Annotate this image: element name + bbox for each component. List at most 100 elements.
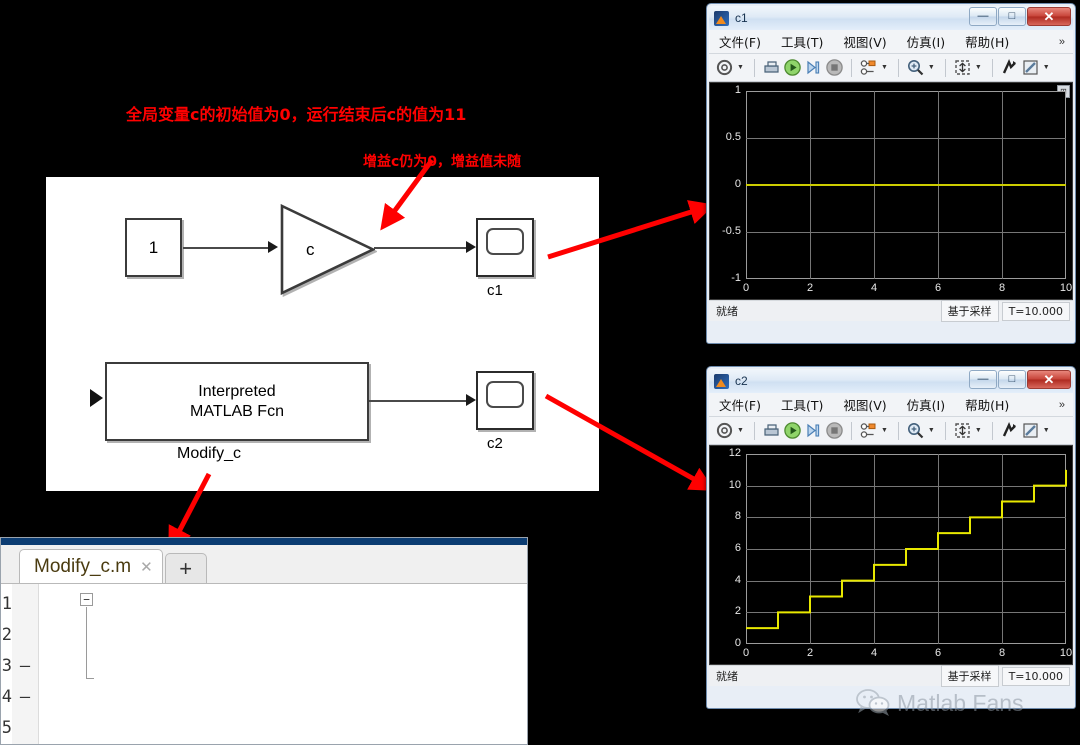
run-icon[interactable]: [783, 58, 802, 77]
menu-overflow-icon[interactable]: »: [1059, 36, 1065, 48]
maximize-button[interactable]: □: [998, 370, 1026, 389]
menubar[interactable]: 文件(F) 工具(T) 视图(V) 仿真(I) 帮助(H) »: [709, 30, 1073, 54]
gain-block[interactable]: c: [280, 204, 375, 295]
fcn-block-label: Modify_c: [177, 445, 242, 462]
step-forward-icon[interactable]: [804, 421, 823, 440]
toolbar[interactable]: ▼ ▼ ▼ ▼ ▼: [709, 54, 1073, 82]
line-number-gutter: 1 2 3 4 5: [1, 584, 12, 744]
autoscale-dropdown-caret-icon[interactable]: ▼: [975, 427, 982, 434]
annotation-dropdown-caret-icon[interactable]: ▼: [1043, 64, 1050, 71]
scope-block-c2[interactable]: [476, 371, 534, 430]
fold-marker[interactable]: [12, 589, 38, 620]
menu-help[interactable]: 帮助(H): [965, 395, 1009, 414]
config-dropdown-caret-icon[interactable]: ▼: [737, 427, 744, 434]
menu-simulation[interactable]: 仿真(I): [907, 32, 945, 51]
menu-simulation[interactable]: 仿真(I): [907, 395, 945, 414]
annotation-icon[interactable]: [1021, 421, 1040, 440]
step-forward-icon[interactable]: [804, 58, 823, 77]
config-gear-icon[interactable]: [715, 421, 734, 440]
window-titlebar[interactable]: c1 — □ ✕: [709, 6, 1073, 30]
signal-selection-icon[interactable]: [859, 58, 878, 77]
fold-marker[interactable]: [12, 620, 38, 651]
signal-selection-dropdown-caret-icon[interactable]: ▼: [881, 427, 888, 434]
line-number: 3: [1, 656, 12, 676]
minimize-button[interactable]: —: [969, 7, 997, 26]
fold-marker[interactable]: —: [12, 682, 38, 713]
line-number: 2: [1, 625, 12, 645]
scope-block-c1[interactable]: [476, 218, 534, 277]
toolbar-separator: [991, 421, 993, 440]
fold-marker-gutter[interactable]: — —: [12, 584, 39, 744]
print-icon[interactable]: [762, 58, 781, 77]
close-button[interactable]: ✕: [1027, 370, 1071, 389]
menu-view[interactable]: 视图(V): [843, 32, 886, 51]
wire-arrowhead-scope1-input: [466, 241, 476, 253]
wire-arrowhead-gain-input: [268, 241, 278, 253]
wire-fcn-to-scope2: [369, 400, 469, 402]
cursor-measurement-icon[interactable]: [1000, 421, 1019, 440]
menubar[interactable]: 文件(F) 工具(T) 视图(V) 仿真(I) 帮助(H) »: [709, 393, 1073, 417]
editor-tab-modify-c[interactable]: Modify_c.m ✕: [19, 549, 163, 583]
autoscale-icon[interactable]: [953, 58, 972, 77]
zoom-icon[interactable]: [906, 58, 925, 77]
status-sample-mode: 基于采样: [940, 665, 999, 687]
close-button[interactable]: ✕: [1027, 7, 1071, 26]
window-titlebar[interactable]: c2 — □ ✕: [709, 369, 1073, 393]
scope-screen-icon: [486, 228, 524, 255]
stop-icon[interactable]: [825, 421, 844, 440]
annotation-dropdown-caret-icon[interactable]: ▼: [1043, 427, 1050, 434]
constant-block[interactable]: 1: [125, 218, 182, 277]
window-title: c1: [735, 11, 748, 25]
menu-file[interactable]: 文件(F): [719, 395, 761, 414]
code-text[interactable]: − function c = Modify_c() global cc = c …: [39, 584, 527, 744]
zoom-dropdown-caret-icon[interactable]: ▼: [928, 427, 935, 434]
stop-icon[interactable]: [825, 58, 844, 77]
menu-help[interactable]: 帮助(H): [965, 32, 1009, 51]
autoscale-icon[interactable]: [953, 421, 972, 440]
window-title: c2: [735, 374, 748, 388]
zoom-dropdown-caret-icon[interactable]: ▼: [928, 64, 935, 71]
close-icon[interactable]: ✕: [140, 558, 153, 576]
new-tab-button[interactable]: +: [164, 553, 207, 583]
minimize-button[interactable]: —: [969, 370, 997, 389]
wire-gain-to-scope1: [374, 247, 469, 249]
print-icon[interactable]: [762, 421, 781, 440]
fcn-block-line1: Interpreted: [198, 382, 276, 400]
menu-tools[interactable]: 工具(T): [781, 32, 823, 51]
scope-c2-plot[interactable]: 0 2 4 6 8 10 12 0 2 4 6 8 10: [710, 446, 1072, 664]
code-fold-foot: [86, 678, 94, 679]
fold-marker[interactable]: [12, 713, 38, 744]
menu-view[interactable]: 视图(V): [843, 395, 886, 414]
signal-selection-icon[interactable]: [859, 421, 878, 440]
interpreted-matlab-fcn-block[interactable]: Interpreted MATLAB Fcn: [105, 362, 369, 441]
annotation-icon[interactable]: [1021, 58, 1040, 77]
menu-overflow-icon[interactable]: »: [1059, 399, 1065, 411]
wire-arrowhead-scope2-input: [466, 394, 476, 406]
maximize-button[interactable]: □: [998, 7, 1026, 26]
editor-code-area[interactable]: 1 2 3 4 5 —— − function c = Modify_c() globa…: [1, 584, 527, 744]
scope-c1-plot-container: ⊞ -1-0.500.510246810: [709, 82, 1073, 300]
config-dropdown-caret-icon[interactable]: ▼: [737, 64, 744, 71]
wire-constant-to-gain: [183, 247, 269, 249]
menu-file[interactable]: 文件(F): [719, 32, 761, 51]
editor-tab-label: Modify_c.m: [34, 555, 132, 577]
signal-selection-dropdown-caret-icon[interactable]: ▼: [881, 64, 888, 71]
scope-window-c1[interactable]: c1 — □ ✕ 文件(F) 工具(T) 视图(V) 仿真(I) 帮助(H) »…: [706, 3, 1076, 344]
window-controls[interactable]: — □ ✕: [968, 7, 1071, 26]
simulink-model-canvas[interactable]: 1 c c1 Interpreted MATLAB Fcn Modify_c c…: [46, 177, 599, 491]
run-icon[interactable]: [783, 421, 802, 440]
cursor-measurement-icon[interactable]: [1000, 58, 1019, 77]
config-gear-icon[interactable]: [715, 58, 734, 77]
matlab-editor-window[interactable]: Modify_c.m ✕ + 1 2 3 4 5 —— − function c = M…: [0, 537, 528, 745]
scope-window-c2[interactable]: c2 — □ ✕ 文件(F) 工具(T) 视图(V) 仿真(I) 帮助(H) »…: [706, 366, 1076, 709]
zoom-icon[interactable]: [906, 421, 925, 440]
editor-tab-row[interactable]: Modify_c.m ✕ +: [1, 545, 527, 584]
code-fold-toggle-icon[interactable]: −: [80, 593, 93, 606]
menu-tools[interactable]: 工具(T): [781, 395, 823, 414]
status-sim-time: T=10.000: [1001, 666, 1070, 686]
toolbar[interactable]: ▼ ▼ ▼ ▼ ▼: [709, 417, 1073, 445]
scope-c1-plot[interactable]: ⊞ -1-0.500.510246810: [710, 83, 1072, 299]
fold-marker[interactable]: —: [12, 651, 38, 682]
autoscale-dropdown-caret-icon[interactable]: ▼: [975, 64, 982, 71]
window-controls[interactable]: — □ ✕: [968, 370, 1071, 389]
